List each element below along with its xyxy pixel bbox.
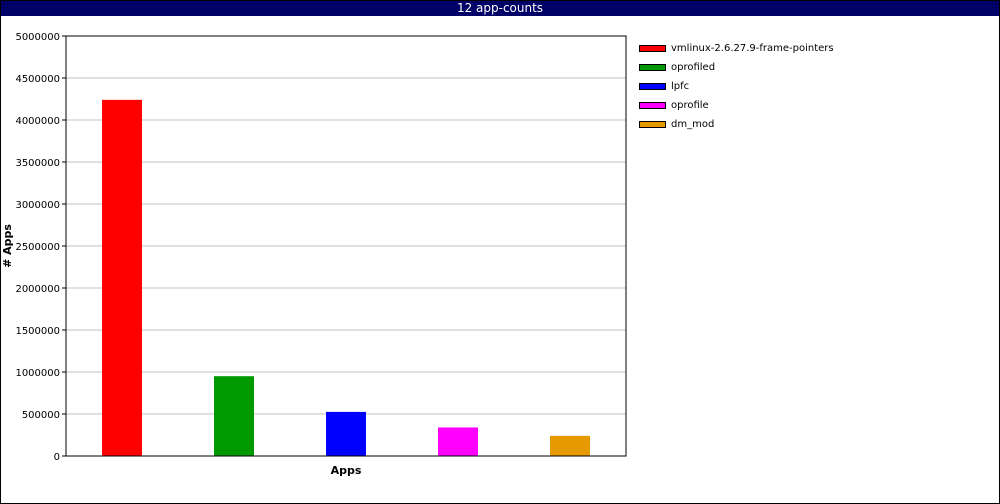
legend-item: vmlinux-2.6.27.9-frame-pointers — [639, 39, 834, 58]
y-axis-ticks: 0 500000 1000000 1500000 2000000 2500000 30000… — [15, 32, 66, 463]
legend-item: oprofile — [639, 96, 834, 115]
legend-label: oprofiled — [671, 62, 716, 73]
y-tick-label: 1500000 — [15, 326, 60, 337]
legend-swatch — [639, 64, 666, 71]
y-tick-label: 4000000 — [15, 116, 60, 127]
legend-swatch — [639, 45, 666, 52]
y-tick-label: 4500000 — [15, 74, 60, 85]
chart-window: 12 app-counts 0 500000 1000000 1500000 20000… — [0, 0, 1000, 504]
bar-vmlinux-2.6.27.9-frame-pointers — [102, 99, 142, 456]
legend-label: dm_mod — [671, 119, 715, 130]
y-axis-label: # Apps — [1, 224, 14, 268]
legend-label: oprofile — [671, 100, 709, 111]
legend-item: oprofiled — [639, 58, 834, 77]
gridlines — [66, 77, 626, 415]
legend-swatch — [639, 102, 666, 109]
y-tick-label: 0 — [54, 452, 60, 463]
y-tick-label: 500000 — [22, 410, 60, 421]
x-axis-label: Apps — [331, 464, 362, 477]
y-tick-label: 2000000 — [15, 284, 60, 295]
legend-item: lpfc — [639, 77, 834, 96]
bar-lpfc — [326, 411, 366, 456]
y-tick-label: 5000000 — [15, 32, 60, 43]
legend: vmlinux-2.6.27.9-frame-pointers oprofiled… — [639, 39, 834, 134]
y-tick-label: 2500000 — [15, 242, 60, 253]
y-tick-label: 3000000 — [15, 200, 60, 211]
y-tick-label: 3500000 — [15, 158, 60, 169]
bars — [102, 99, 590, 456]
legend-label: vmlinux-2.6.27.9-frame-pointers — [671, 43, 834, 54]
bar-oprofiled — [214, 376, 254, 456]
bar-dm_mod — [550, 435, 590, 456]
bar-oprofile — [438, 427, 478, 456]
legend-swatch — [639, 83, 666, 90]
legend-swatch — [639, 121, 666, 128]
y-tick-label: 1000000 — [15, 368, 60, 379]
legend-item: dm_mod — [639, 115, 834, 134]
bar-chart: 0 500000 1000000 1500000 2000000 2500000 30000… — [1, 32, 627, 477]
legend-label: lpfc — [671, 81, 690, 92]
